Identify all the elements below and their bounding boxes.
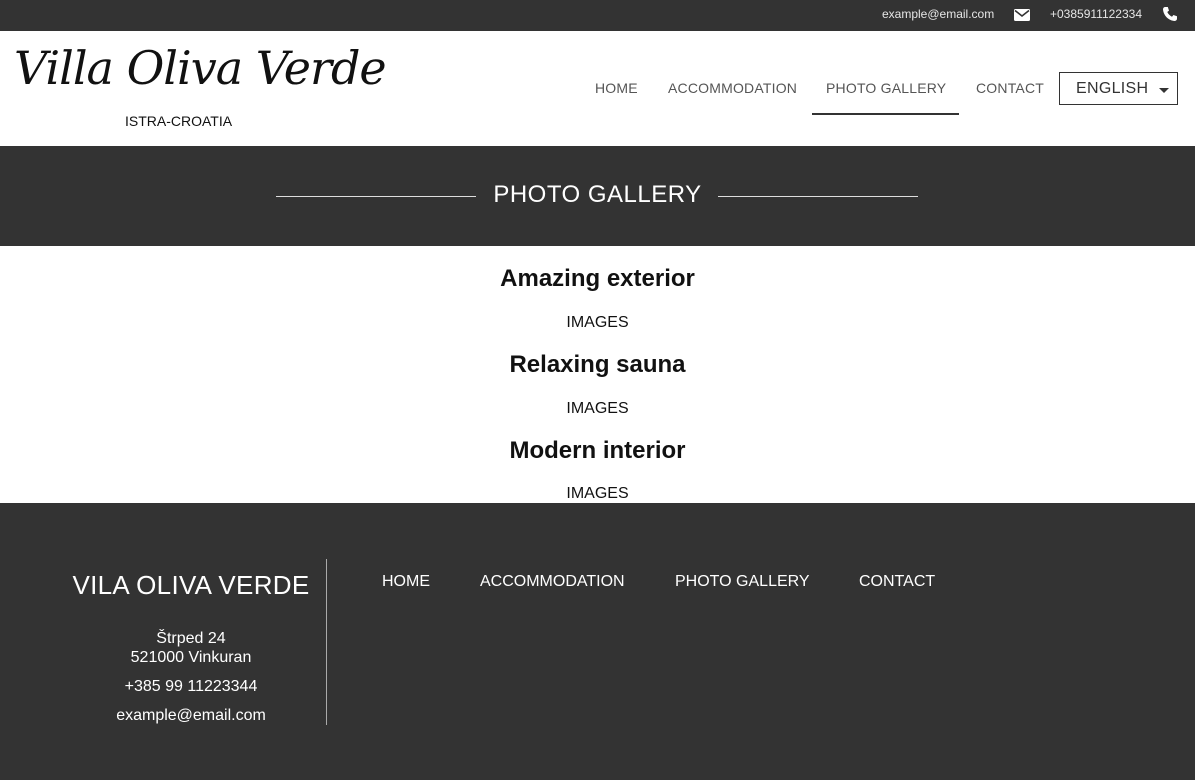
logo-subtitle: ISTRA-CROATIA	[125, 113, 233, 129]
section-title-sauna: Relaxing sauna	[509, 351, 686, 378]
language-select[interactable]: ENGLISH	[1059, 72, 1178, 105]
section-images-interior: IMAGES	[566, 485, 629, 502]
footer-nav-photo-gallery[interactable]: PHOTO GALLERY	[675, 573, 810, 591]
active-nav-indicator	[812, 113, 959, 115]
section-images-sauna: IMAGES	[566, 400, 629, 417]
nav-contact[interactable]: CONTACT	[976, 80, 1044, 96]
chevron-down-icon	[1159, 88, 1169, 93]
section-title-exterior: Amazing exterior	[500, 265, 695, 292]
nav-home[interactable]: HOME	[595, 80, 638, 96]
footer-address-street: Štrped 24	[156, 630, 226, 647]
footer-nav-contact[interactable]: CONTACT	[859, 573, 935, 591]
nav-accommodation[interactable]: ACCOMMODATION	[668, 80, 797, 96]
footer-address-city: 521000 Vinkuran	[130, 649, 252, 666]
footer-divider	[326, 559, 327, 725]
page-title: PHOTO GALLERY	[493, 181, 702, 208]
topbar-phone-link[interactable]: +0385911122334	[1050, 7, 1142, 21]
top-contact-bar: example@email.com +0385911122334	[0, 0, 1195, 31]
site-header: Villa Oliva Verde ISTRA-CROATIA HOME ACC…	[0, 31, 1195, 146]
phone-icon[interactable]	[1162, 6, 1178, 22]
topbar-email-link[interactable]: example@email.com	[882, 7, 994, 21]
envelope-icon[interactable]	[1014, 8, 1030, 21]
footer-phone[interactable]: +385 99 11223344	[56, 678, 326, 696]
site-logo[interactable]: Villa Oliva Verde	[14, 41, 387, 95]
title-line-right	[718, 196, 918, 197]
footer-nav-home[interactable]: HOME	[382, 573, 430, 591]
footer-email-link[interactable]: example@email.com	[56, 707, 326, 725]
nav-photo-gallery[interactable]: PHOTO GALLERY	[826, 80, 946, 96]
language-selected-value: ENGLISH	[1076, 80, 1149, 97]
site-footer: VILA OLIVA VERDE Štrped 24 521000 Vinkur…	[0, 503, 1195, 780]
page-title-banner: PHOTO GALLERY	[0, 146, 1195, 246]
section-images-exterior: IMAGES	[566, 314, 629, 331]
footer-brand: VILA OLIVA VERDE	[72, 570, 310, 600]
section-title-interior: Modern interior	[509, 437, 686, 464]
footer-nav-accommodation[interactable]: ACCOMMODATION	[480, 573, 625, 591]
